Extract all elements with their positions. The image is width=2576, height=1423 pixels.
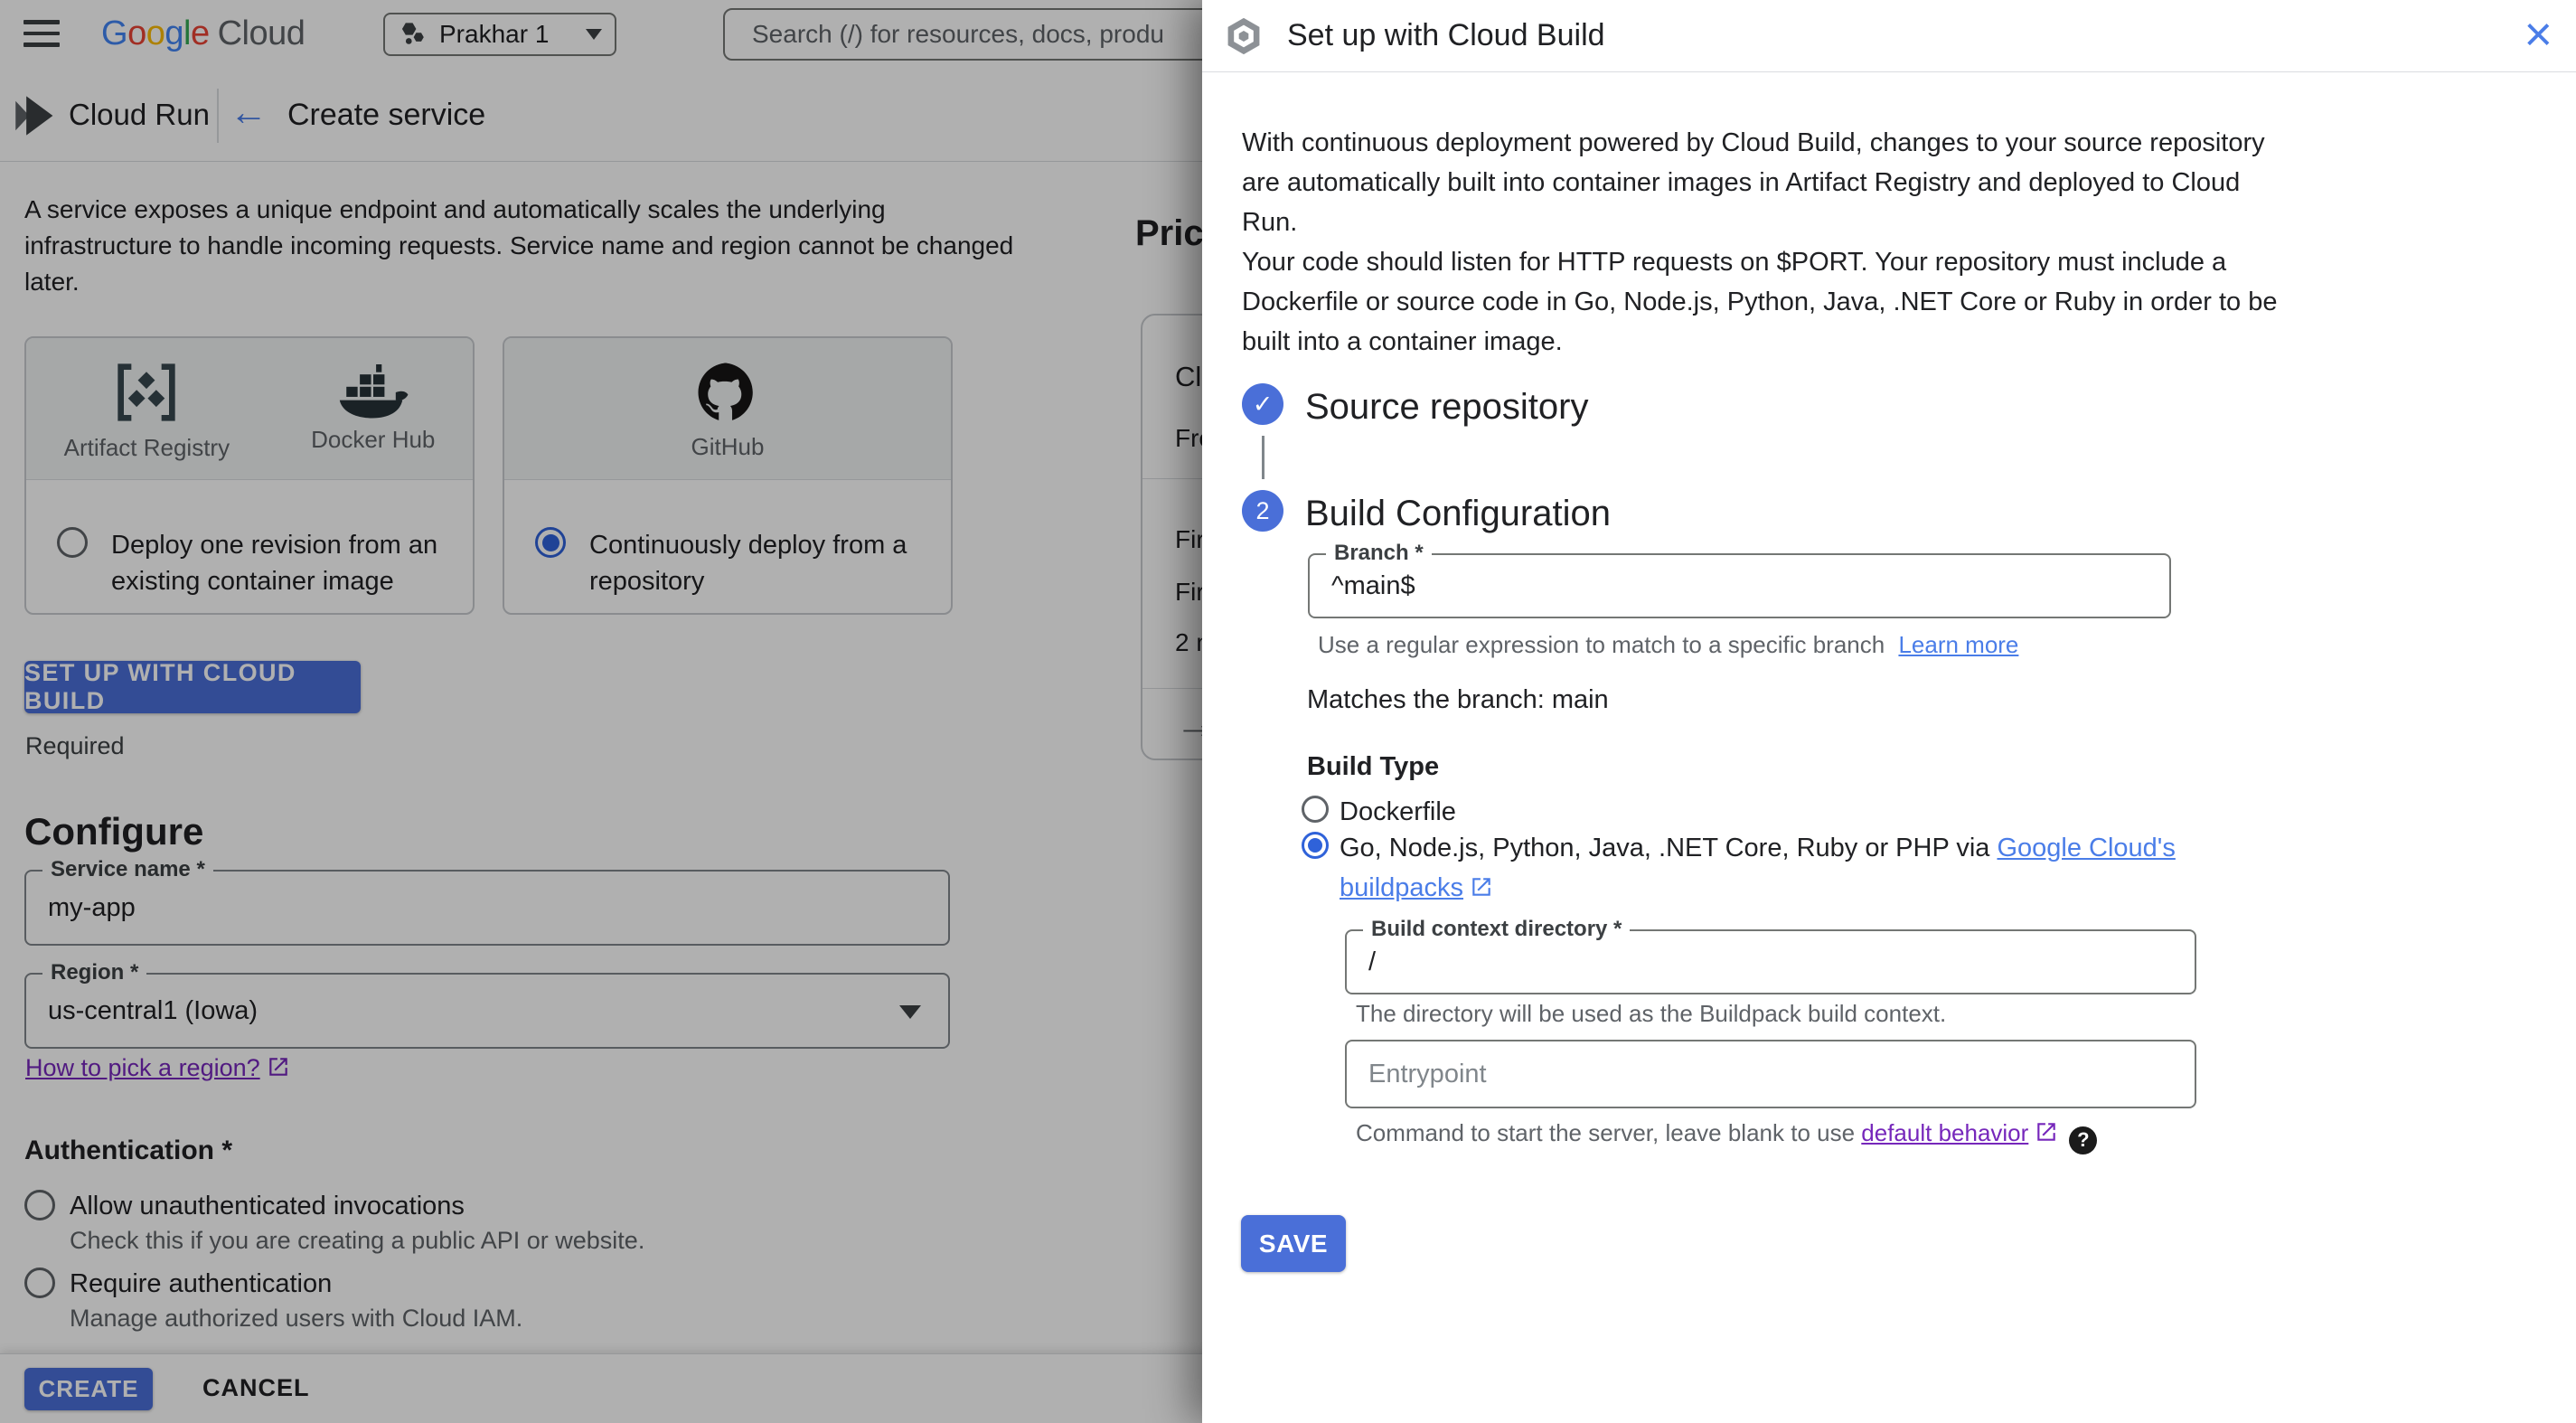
required-note: Required [25,732,125,759]
step-connector [1262,436,1264,479]
radio-continuous-deploy-label[interactable]: Continuously deploy from a repository [589,527,907,599]
radio-continuous-deploy[interactable] [535,527,566,558]
card-container-image: Artifact Registry Docker Hub Deploy one … [24,336,475,615]
radio-deploy-revision[interactable] [57,527,88,558]
region-help-link[interactable]: How to pick a region? [25,1054,260,1081]
radio-dockerfile[interactable] [1302,796,1329,823]
service-name-input[interactable] [26,872,948,944]
allow-unauthenticated-label[interactable]: Allow unauthenticated invocations [70,1192,465,1221]
panel-intro-text: With continuous deployment powered by Cl… [1242,128,2278,356]
radio-buildpacks[interactable] [1302,832,1329,859]
step1-title[interactable]: Source repository [1305,387,1588,428]
buildpacks-link-part1[interactable]: Google Cloud's [1997,834,2175,862]
chevron-down-icon [586,29,602,40]
divider [217,89,219,143]
radio-buildpacks-text: Go, Node.js, Python, Java, .NET Core, Ru… [1340,834,1998,862]
service-name-field[interactable]: Service name * [24,857,950,946]
allow-unauthenticated-desc: Check this if you are creating a public … [70,1227,645,1254]
build-context-field[interactable]: Build context directory * [1345,917,2196,994]
top-app-bar: Google Cloud Prakhar 1 [0,0,1288,71]
pricing-row-fragment: Cl [1175,361,1202,392]
card-github-logo: GitHub [504,338,951,480]
github-label: GitHub [691,432,765,460]
card-github: GitHub Continuously deploy from a reposi… [503,336,953,615]
branch-match-status: Matches the branch: main [1307,685,1609,714]
page-title: Create service [287,98,486,132]
authentication-heading: Authentication * [24,1136,232,1165]
setup-cloud-build-button[interactable]: SET UP WITH CLOUD BUILD [24,659,361,714]
chevron-down-icon [899,1005,921,1019]
back-arrow-icon[interactable]: ← [230,90,268,134]
create-button[interactable]: CREATE [24,1368,153,1410]
entrypoint-helper: Command to start the server, leave blank… [1356,1119,2098,1154]
build-context-helper: The directory will be used as the Buildp… [1356,1000,1947,1027]
artifact-registry-icon [118,363,176,421]
branch-field[interactable]: Branch * [1308,541,2171,618]
external-link-icon [1472,878,1490,896]
radio-buildpacks-label[interactable]: Go, Node.js, Python, Java, .NET Core, Ru… [1340,834,2176,863]
page-header: Cloud Run ← Create service [0,71,1288,162]
save-button[interactable]: SAVE [1241,1215,1346,1272]
learn-more-link[interactable]: Learn more [1898,631,2018,658]
cloud-build-panel: Set up with Cloud Build × With continuou… [1202,0,2576,1423]
google-cloud-logo: Google Cloud [101,14,306,53]
region-help-link-row: How to pick a region? [25,1054,290,1082]
buildpacks-link-part2[interactable]: buildpacks [1340,873,1463,902]
help-icon[interactable]: ? [2069,1126,2098,1154]
build-type-heading: Build Type [1307,752,1440,781]
require-authentication-label[interactable]: Require authentication [70,1269,332,1299]
product-name: Cloud Run [69,98,210,131]
docker-hub-label: Docker Hub [311,425,436,453]
panel-header: Set up with Cloud Build × [1202,0,2576,72]
branch-helper-text: Use a regular expression to match to a s… [1318,631,1885,658]
buildpacks-link-row: buildpacks [1340,873,1493,903]
project-name: Prakhar 1 [439,20,550,48]
screen: GoogleCloud Prakhar 1 Cloud Run [0,0,2576,1423]
cancel-button[interactable]: CANCEL [202,1374,310,1402]
docker-hub-icon [339,363,409,419]
logo-google-text: Google [101,14,210,52]
menu-icon[interactable] [24,20,60,51]
panel-title: Set up with Cloud Build [1287,18,1605,52]
default-behavior-link[interactable]: default behavior [1861,1119,2028,1146]
artifact-registry-label: Artifact Registry [63,433,230,461]
region-select[interactable]: Region * us-central1 (Iowa) [24,960,950,1049]
project-selector[interactable]: Prakhar 1 [383,13,616,56]
card-registry-logos: Artifact Registry Docker Hub [26,338,473,480]
branch-input[interactable] [1310,555,2169,617]
radio-dockerfile-label[interactable]: Dockerfile [1340,797,1456,827]
search-input[interactable] [725,10,1264,59]
radio-allow-unauthenticated[interactable] [24,1190,55,1220]
step2-number: 2 [1242,490,1283,532]
project-hexagons-icon [401,23,424,44]
cloud-console-background: GoogleCloud Prakhar 1 Cloud Run [0,0,1412,1423]
require-authentication-desc: Manage authorized users with Cloud IAM. [70,1305,523,1332]
step1-check-icon: ✓ [1242,383,1283,425]
branch-helper: Use a regular expression to match to a s… [1318,631,2018,659]
action-footer: CREATE CANCEL [0,1353,1288,1423]
radio-deploy-revision-label[interactable]: Deploy one revision from an existing con… [111,527,437,599]
entrypoint-field[interactable] [1345,1040,2196,1108]
github-icon [698,363,753,420]
cloud-run-icon [15,96,53,136]
service-intro-text: A service exposes a unique endpoint and … [24,195,1014,296]
external-link-icon [268,1058,287,1076]
entrypoint-helper-text: Command to start the server, leave blank… [1356,1119,1862,1146]
external-link-icon [2037,1123,2056,1141]
configure-heading: Configure [24,810,204,853]
step2-title: Build Configuration [1305,494,1611,533]
logo-cloud-text: Cloud [217,14,306,52]
close-icon[interactable]: × [2524,5,2552,63]
search-box [723,8,1265,61]
build-context-input[interactable] [1347,931,2195,993]
region-value: us-central1 (Iowa) [48,995,259,1025]
radio-require-authentication[interactable] [24,1268,55,1298]
entrypoint-input[interactable] [1347,1041,2195,1107]
cloud-build-icon [1227,17,1260,55]
pricing-heading-fragment: Pric [1135,213,1204,253]
